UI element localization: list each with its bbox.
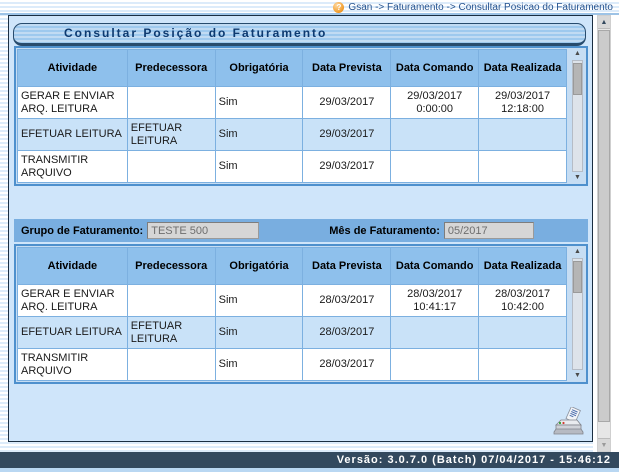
table-row: GERAR E ENVIAR ARQ. LEITURASim29/03/2017… xyxy=(18,87,567,119)
billing-group-field xyxy=(147,222,259,239)
print-button[interactable] xyxy=(552,407,584,439)
table-row: EFETUAR LEITURAEFETUAR LEITURASim29/03/2… xyxy=(18,119,567,151)
table-cell xyxy=(391,151,479,183)
table-cell xyxy=(127,285,215,317)
table-cell: GERAR E ENVIAR ARQ. LEITURA xyxy=(18,285,128,317)
column-header: Data Prevista xyxy=(303,248,391,285)
column-header: Predecessora xyxy=(127,248,215,285)
table-cell: 29/03/2017 xyxy=(303,87,391,119)
table-cell: 28/03/2017 xyxy=(303,349,391,381)
help-icon[interactable]: ? xyxy=(333,2,344,13)
activities-table: AtividadePredecessoraObrigatóriaData Pre… xyxy=(17,49,567,183)
billing-activities-grid-2: AtividadePredecessoraObrigatóriaData Pre… xyxy=(14,244,588,384)
table-row: EFETUAR LEITURAEFETUAR LEITURASim28/03/2… xyxy=(18,317,567,349)
scroll-up-icon[interactable]: ▲ xyxy=(570,49,585,59)
table-cell: Sim xyxy=(215,285,303,317)
table-cell: Sim xyxy=(215,349,303,381)
column-header: Data Comando xyxy=(391,50,479,87)
table-cell xyxy=(127,349,215,381)
table-scrollbar[interactable]: ▲ ▼ xyxy=(570,247,585,381)
table-cell: EFETUAR LEITURA xyxy=(18,317,128,349)
column-header: Atividade xyxy=(18,50,128,87)
content-frame: Consultar Posição do Faturamento Ativida… xyxy=(8,15,593,442)
table-cell xyxy=(391,119,479,151)
table-row: TRANSMITIR ARQUIVO Sim28/03/2017 xyxy=(18,349,567,381)
table-cell xyxy=(391,349,479,381)
column-header: Data Realizada xyxy=(479,50,567,87)
scrollbar-thumb[interactable] xyxy=(598,30,610,422)
table-cell: Sim xyxy=(215,317,303,349)
table-cell: EFETUAR LEITURA xyxy=(127,119,215,151)
table-cell: TRANSMITIR ARQUIVO xyxy=(18,349,128,381)
top-bar: ? Gsan -> Faturamento -> Consultar Posic… xyxy=(0,0,619,13)
page-scrollbar[interactable]: ▲ ▼ xyxy=(597,15,611,452)
table-cell: Sim xyxy=(215,151,303,183)
column-header: Data Prevista xyxy=(303,50,391,87)
page-title: Consultar Posição do Faturamento xyxy=(13,23,586,46)
scroll-down-icon[interactable]: ▼ xyxy=(570,173,585,183)
scroll-up-icon[interactable]: ▲ xyxy=(570,247,585,257)
column-header: Data Comando xyxy=(391,248,479,285)
scroll-down-icon[interactable]: ▼ xyxy=(598,438,610,451)
table-row: GERAR E ENVIAR ARQ. LEITURASim28/03/2017… xyxy=(18,285,567,317)
table-cell: 28/03/2017 xyxy=(303,317,391,349)
scrollbar-track[interactable] xyxy=(572,60,583,172)
table-cell: EFETUAR LEITURA xyxy=(18,119,128,151)
column-header: Data Realizada xyxy=(479,248,567,285)
activities-table: AtividadePredecessoraObrigatóriaData Pre… xyxy=(17,247,567,381)
table-cell xyxy=(479,349,567,381)
column-header: Atividade xyxy=(18,248,128,285)
breadcrumb-text[interactable]: Gsan -> Faturamento -> Consultar Posicao… xyxy=(348,2,613,13)
column-header: Predecessora xyxy=(127,50,215,87)
column-header: Obrigatória xyxy=(215,50,303,87)
scrollbar-thumb[interactable] xyxy=(573,63,582,95)
column-header: Obrigatória xyxy=(215,248,303,285)
billing-group-label: Grupo de Faturamento: xyxy=(21,225,143,237)
table-cell: TRANSMITIR ARQUIVO xyxy=(18,151,128,183)
breadcrumb[interactable]: ? Gsan -> Faturamento -> Consultar Posic… xyxy=(333,1,613,13)
table-cell: Sim xyxy=(215,119,303,151)
billing-group-bar: Grupo de Faturamento: Mês de Faturamento… xyxy=(14,219,588,242)
table-cell: 29/03/2017 xyxy=(303,119,391,151)
table-cell: 29/03/2017 0:00:00 xyxy=(391,87,479,119)
scroll-down-icon[interactable]: ▼ xyxy=(570,371,585,381)
table-cell: 28/03/2017 xyxy=(303,285,391,317)
printer-icon xyxy=(552,407,584,439)
table-cell xyxy=(479,317,567,349)
table-cell xyxy=(479,119,567,151)
table-cell: 29/03/2017 12:18:00 xyxy=(479,87,567,119)
table-cell: 28/03/2017 10:41:17 xyxy=(391,285,479,317)
table-row: TRANSMITIR ARQUIVO Sim29/03/2017 xyxy=(18,151,567,183)
footer-accent-strip xyxy=(0,468,619,472)
table-scrollbar[interactable]: ▲ ▼ xyxy=(570,49,585,183)
table-cell xyxy=(127,87,215,119)
scroll-up-icon[interactable]: ▲ xyxy=(598,16,610,29)
table-cell xyxy=(127,151,215,183)
billing-month-field xyxy=(444,222,534,239)
scrollbar-track[interactable] xyxy=(572,258,583,370)
table-cell: EFETUAR LEITURA xyxy=(127,317,215,349)
table-cell: Sim xyxy=(215,87,303,119)
billing-month-label: Mês de Faturamento: xyxy=(329,225,440,237)
table-cell: 29/03/2017 xyxy=(303,151,391,183)
billing-activities-grid-1: AtividadePredecessoraObrigatóriaData Pre… xyxy=(14,46,588,186)
table-cell xyxy=(391,317,479,349)
table-cell: 28/03/2017 10:42:00 xyxy=(479,285,567,317)
table-cell: GERAR E ENVIAR ARQ. LEITURA xyxy=(18,87,128,119)
version-status-bar: Versão: 3.0.7.0 (Batch) 07/04/2017 - 15:… xyxy=(0,452,619,468)
scrollbar-thumb[interactable] xyxy=(573,261,582,293)
table-cell xyxy=(479,151,567,183)
